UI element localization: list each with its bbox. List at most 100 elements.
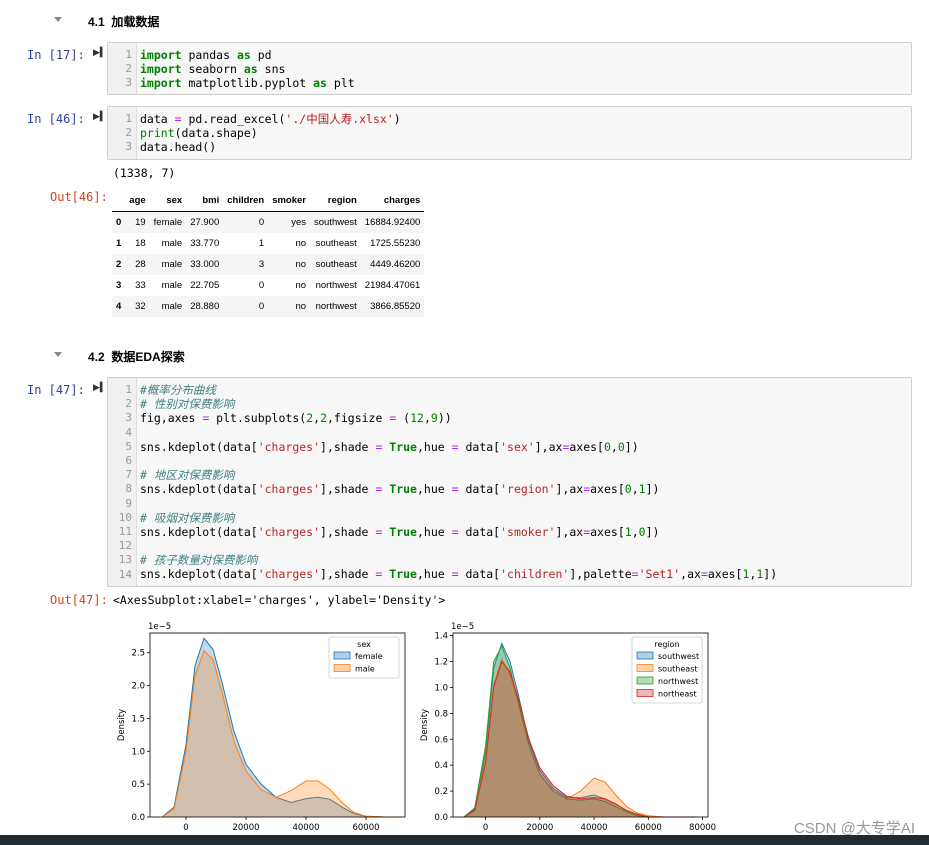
table-cell: 22.705 bbox=[190, 280, 220, 291]
code-cell[interactable]: 123 import pandas as pd import seaborn as… bbox=[107, 42, 912, 95]
code-token: 1 bbox=[638, 482, 646, 497]
code-token: 1 bbox=[624, 524, 632, 539]
table-cell: southeast bbox=[315, 259, 357, 270]
code-token: 'children' bbox=[500, 567, 570, 582]
code-token: as bbox=[313, 76, 327, 91]
line-number: 3 bbox=[125, 411, 132, 425]
code-line: print(data.shape) bbox=[140, 126, 401, 140]
code-token: ],ax bbox=[534, 439, 563, 454]
legend-label: southeast bbox=[658, 665, 697, 674]
output-prompt: Out[46]: bbox=[50, 190, 108, 204]
code-token: = bbox=[451, 482, 459, 497]
collapse-caret-icon[interactable] bbox=[54, 17, 62, 22]
code-token: , bbox=[631, 482, 639, 497]
code-token: # 吸烟对保费影响 bbox=[140, 510, 235, 525]
code-line: sns.kdeplot(data['charges'],shade = True… bbox=[140, 440, 777, 454]
column-header: age bbox=[125, 190, 150, 212]
y-tick-label: 0.5 bbox=[131, 780, 145, 790]
code-token: = bbox=[174, 112, 182, 126]
stdout-text: (1338, 7) bbox=[113, 166, 176, 180]
code-token: 12 bbox=[410, 411, 424, 426]
code-token: ) bbox=[393, 112, 401, 126]
code-token: = bbox=[451, 524, 459, 539]
bottom-bar bbox=[0, 835, 929, 845]
code-token: 'smoker' bbox=[500, 524, 556, 539]
kde-plot-sex: 0 20000 40000 60000 0.0 0.5 1.0 1.5 2.0 2.5 1e−5 De… bbox=[117, 622, 406, 833]
x-tick-label: 60000 bbox=[635, 823, 662, 833]
code-token: 'charges' bbox=[257, 482, 321, 497]
legend-label: female bbox=[355, 652, 383, 661]
table-row: 3 33 male 22.705 0 no northwest 21984.47061 bbox=[112, 275, 424, 296]
code-editor[interactable]: import pandas as pd import seaborn as sns… bbox=[140, 48, 355, 91]
code-token: 0 bbox=[603, 439, 611, 454]
code-token: data[ bbox=[458, 524, 501, 539]
table-row: 4 32 male 28.880 0 no northwest 3866.85520 bbox=[112, 296, 425, 317]
code-token: matplotlib.pyplot bbox=[181, 76, 314, 91]
code-token: sns.kdeplot(data[ bbox=[140, 439, 258, 454]
collapse-caret-icon[interactable] bbox=[54, 352, 62, 357]
column-header: smoker bbox=[268, 190, 311, 212]
x-tick-label: 20000 bbox=[232, 823, 259, 833]
table-cell: southwest bbox=[314, 217, 357, 228]
code-editor[interactable]: data = pd.read_excel('./中国人寿.xlsx') print… bbox=[140, 112, 401, 155]
row-index: 0 bbox=[116, 217, 122, 228]
dataframe-table: age sex bmi children smoker region charges 0 19… bbox=[112, 190, 425, 317]
code-token: , bbox=[423, 411, 431, 426]
run-cell-icon[interactable]: ▶▍ bbox=[93, 111, 107, 122]
code-token: ( bbox=[396, 411, 411, 426]
table-cell: 28 bbox=[135, 259, 146, 270]
code-token: ,hue bbox=[416, 482, 452, 497]
row-index: 3 bbox=[116, 280, 122, 291]
line-number: 13 bbox=[118, 553, 132, 567]
code-token: ],ax bbox=[555, 482, 584, 497]
run-cell-icon[interactable]: ▶▍ bbox=[93, 47, 107, 58]
table-cell: male bbox=[161, 280, 183, 291]
line-number: 6 bbox=[125, 454, 132, 467]
table-row: 2 28 male 33.000 3 no southeast 4449.46200 bbox=[112, 254, 425, 275]
code-token: plt bbox=[326, 76, 355, 91]
legend-swatch bbox=[333, 664, 351, 672]
code-token: 'region' bbox=[500, 482, 556, 497]
code-editor[interactable]: #概率分布曲线 # 性别对保费影响 fig,axes = plt.subplots(… bbox=[140, 383, 777, 582]
column-header bbox=[112, 190, 126, 212]
code-token: sns bbox=[257, 62, 286, 77]
line-number: 10 bbox=[118, 510, 132, 524]
section-heading: 4.1 加载数据 bbox=[88, 13, 159, 30]
row-index: 2 bbox=[116, 259, 122, 270]
code-token: axes[ bbox=[590, 524, 625, 539]
code-cell[interactable]: 1 2 3 4 5 6 7 8 9 10 11 12 13 14 #概率分布曲线 # 性别对保费影响 fig,… bbox=[107, 377, 912, 587]
line-number: 7 bbox=[125, 468, 132, 482]
table-cell: southeast bbox=[315, 238, 357, 249]
output-prompt: Out[47]: bbox=[50, 593, 108, 607]
table-header-row: age sex bmi children smoker region charges bbox=[112, 190, 425, 212]
table-cell: northwest bbox=[315, 301, 357, 312]
line-number: 1 bbox=[125, 48, 132, 61]
code-token: = bbox=[631, 567, 639, 582]
section-heading: 4.2 数据EDA探索 bbox=[88, 348, 185, 365]
legend-label: northeast bbox=[658, 690, 697, 699]
code-token: ],shade bbox=[320, 482, 376, 497]
y-tick-label: 1.2 bbox=[434, 658, 448, 668]
code-token: , bbox=[610, 439, 618, 454]
code-token: 2 bbox=[320, 411, 327, 426]
table-cell: 18 bbox=[135, 238, 146, 249]
y-tick-label: 1.0 bbox=[131, 747, 145, 757]
y-tick-label: 0.8 bbox=[434, 709, 448, 719]
table-cell: 0 bbox=[258, 301, 265, 312]
code-token: as bbox=[243, 62, 258, 77]
code-line: data = pd.read_excel('./中国人寿.xlsx') bbox=[140, 112, 401, 126]
code-token: ]) bbox=[763, 567, 778, 582]
run-cell-icon[interactable]: ▶▍ bbox=[93, 382, 107, 393]
code-token: , bbox=[631, 524, 639, 539]
table-cell: no bbox=[295, 238, 307, 249]
code-line: sns.kdeplot(data['charges'],shade = True… bbox=[140, 567, 777, 581]
code-cell[interactable]: 123 data = pd.read_excel('./中国人寿.xlsx') p… bbox=[107, 106, 912, 160]
y-tick-label: 0.0 bbox=[131, 813, 145, 823]
code-line: sns.kdeplot(data['charges'],shade = True… bbox=[140, 482, 777, 496]
code-token: import bbox=[140, 62, 182, 77]
code-token: fig,axes bbox=[140, 411, 203, 426]
code-token: print bbox=[140, 126, 175, 141]
y-tick-label: 1.4 bbox=[434, 632, 448, 642]
code-token: 'Set1' bbox=[638, 567, 681, 582]
